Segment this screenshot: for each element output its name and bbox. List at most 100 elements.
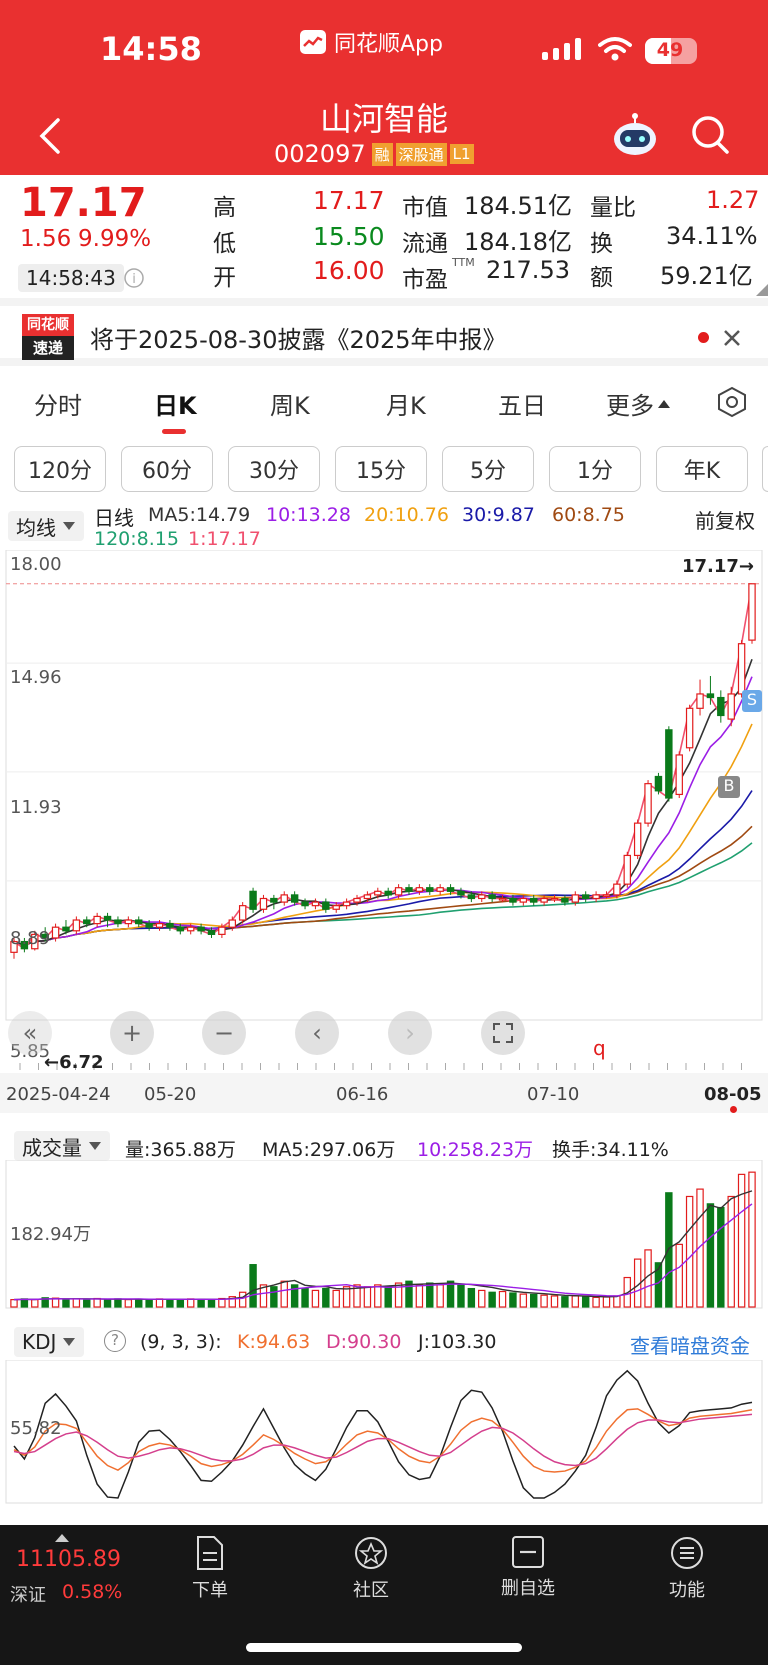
volume-selector[interactable]: 成交量 — [14, 1131, 110, 1161]
tab-daily-k[interactable]: 日K — [154, 386, 197, 421]
open-value: 16.00 — [313, 256, 385, 285]
volume-bar — [124, 1299, 133, 1308]
interval-1min[interactable]: 1分 — [549, 446, 641, 492]
candle-body — [103, 915, 112, 921]
volume-bar — [83, 1299, 91, 1308]
volume-bar — [748, 1171, 756, 1308]
volume-bar — [207, 1299, 216, 1308]
close-icon[interactable] — [722, 328, 742, 348]
dropdown-caret-icon — [63, 522, 75, 530]
volume-bar — [467, 1287, 476, 1308]
volume-axis-mid: 182.94万 — [10, 1224, 91, 1245]
candle-body — [363, 894, 372, 900]
tab-more[interactable]: 更多 — [606, 386, 671, 421]
kdj-selector[interactable]: KDJ — [14, 1327, 85, 1357]
interval-30min[interactable]: 30分 — [228, 446, 320, 492]
ma120-value: 120:8.15 — [94, 528, 179, 550]
ma-selector[interactable]: 均线 — [8, 511, 84, 541]
candle-body — [218, 926, 226, 935]
volume-bar — [561, 1296, 569, 1308]
tab-monthly-k[interactable]: 月K — [386, 386, 426, 421]
volume-bar — [103, 1298, 112, 1308]
buy-marker[interactable]: B — [718, 776, 740, 798]
search-icon[interactable] — [690, 114, 730, 156]
candle-body — [384, 890, 392, 896]
kdj-help-icon[interactable]: ? — [104, 1330, 126, 1352]
today-dot — [730, 1106, 737, 1113]
candle-body — [176, 926, 185, 932]
app-name: 同花顺App — [334, 32, 443, 57]
volume-bar — [727, 1195, 735, 1308]
fullscreen-button[interactable] — [481, 1011, 525, 1055]
index-value[interactable]: 11105.89 — [16, 1547, 121, 1572]
candle-body — [436, 887, 444, 892]
tab-intraday[interactable]: 分时 — [34, 386, 82, 421]
interval-120min[interactable]: 120分 — [14, 446, 106, 492]
fullscreen-icon — [493, 1023, 513, 1043]
candle-body — [280, 894, 288, 903]
volume-bar — [426, 1282, 434, 1308]
low-value: 15.50 — [313, 222, 385, 251]
scroll-right-button[interactable]: › — [388, 1011, 432, 1055]
volume-bar — [509, 1292, 517, 1308]
candle-body — [488, 894, 496, 900]
tag-margin: 融 — [371, 142, 393, 166]
scroll-left-button[interactable]: ‹ — [295, 1011, 339, 1055]
price-axis-18: 18.00 — [10, 554, 62, 575]
volume-bar — [478, 1289, 486, 1308]
pe-value: 217.53 — [486, 256, 570, 284]
date-label-0520: 05-20 — [144, 1084, 197, 1105]
kdj-chart[interactable] — [0, 1360, 768, 1505]
candle-body — [342, 901, 351, 907]
candle-body — [706, 693, 715, 699]
volume-bar — [332, 1289, 340, 1308]
nav-functions[interactable]: 功能 — [642, 1535, 732, 1602]
robot-assistant-icon[interactable] — [612, 112, 658, 156]
sell-marker[interactable]: S — [742, 690, 762, 712]
interval-60min[interactable]: 60分 — [121, 446, 213, 492]
zoom-in-button[interactable]: + — [110, 1011, 154, 1055]
current-price: 17.17 — [20, 180, 147, 226]
candle-body — [374, 890, 382, 896]
candle-body — [550, 897, 559, 901]
nav-remove-watchlist[interactable]: 删自选 — [483, 1535, 573, 1600]
volume-bar — [581, 1296, 590, 1308]
volume-bar — [613, 1295, 621, 1308]
volume-bar — [685, 1195, 694, 1308]
latest-price-marker: 17.17→ — [682, 556, 755, 577]
nav-community[interactable]: 社区 — [326, 1535, 416, 1602]
zoom-out-button[interactable]: − — [202, 1011, 246, 1055]
volume-bar — [135, 1298, 143, 1308]
collapse-left-button[interactable]: « — [8, 1011, 52, 1055]
candle-body — [270, 897, 278, 903]
expand-corner-icon[interactable] — [756, 284, 768, 296]
price-axis-1496: 14.96 — [10, 667, 62, 688]
notice-bar[interactable]: 同花顺 速递 将于2025-08-30披露《2025年中报》 — [0, 298, 768, 366]
interval-5min[interactable]: 5分 — [442, 446, 534, 492]
settings-hexagon-icon[interactable] — [716, 386, 748, 418]
tab-five-day[interactable]: 五日 — [498, 386, 546, 421]
interval-yearly-k[interactable]: 年K — [656, 446, 748, 492]
app-name-pill[interactable]: 同花顺App — [300, 26, 443, 58]
price-axis-889: 8.89 — [10, 928, 51, 949]
nav-order[interactable]: 下单 — [165, 1535, 255, 1602]
volume-bar — [186, 1298, 195, 1308]
kdj-k: K:94.63 — [237, 1331, 311, 1353]
candle-body — [540, 897, 548, 903]
adjust-mode[interactable]: 前复权 — [695, 505, 755, 534]
volume-chart[interactable] — [0, 1160, 768, 1310]
volume-bar — [488, 1291, 496, 1308]
volume-ratio-label: 量比 — [590, 195, 636, 221]
info-icon[interactable]: i — [123, 267, 145, 289]
interval-15min[interactable]: 15分 — [335, 446, 427, 492]
tab-weekly-k[interactable]: 周K — [270, 386, 310, 421]
volume-bar — [706, 1203, 715, 1308]
volume-bar — [436, 1284, 444, 1308]
pe-label: 市盈 — [402, 267, 448, 293]
notice-dot — [698, 332, 709, 343]
candle-body — [259, 897, 268, 910]
q-marker[interactable]: q — [593, 1036, 606, 1060]
candle-body — [509, 897, 517, 903]
dark-pool-link[interactable]: 查看暗盘资金 — [630, 1330, 750, 1359]
candle-body — [529, 897, 538, 903]
